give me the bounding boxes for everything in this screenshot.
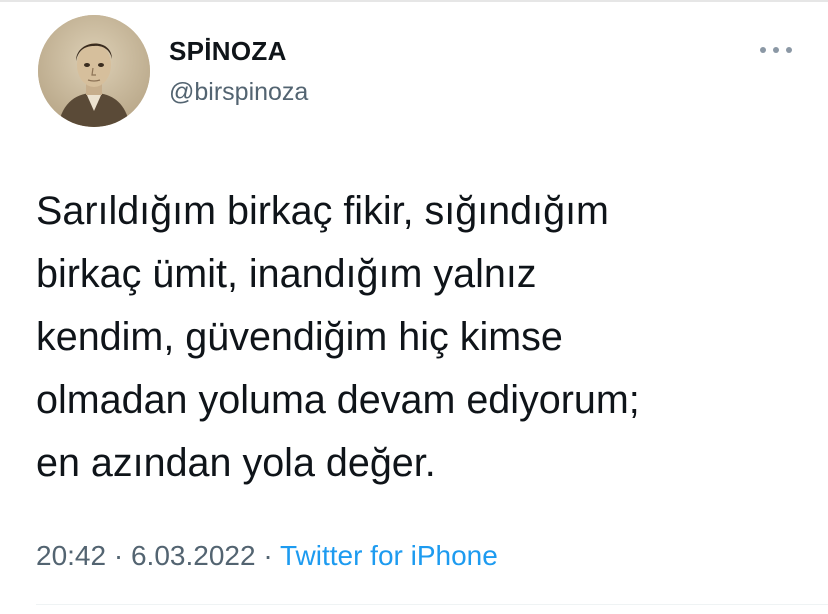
tweet-time[interactable]: 20:42	[36, 540, 106, 571]
avatar[interactable]	[38, 15, 150, 127]
dot	[773, 47, 779, 53]
tweet-line: Sarıldığım birkaç fikir, sığındığım	[36, 189, 609, 233]
tweet-line: kendim, güvendiğim hiç kimse	[36, 315, 563, 359]
tweet-source-link[interactable]: Twitter for iPhone	[280, 540, 498, 571]
meta-separator: ·	[113, 540, 124, 571]
bottom-divider	[36, 604, 828, 605]
tweet-meta: 20:42 · 6.03.2022 · Twitter for iPhone	[36, 540, 498, 572]
more-options-icon[interactable]	[760, 38, 792, 62]
tweet-text: Sarıldığım birkaç fikir, sığındığım birk…	[36, 180, 796, 495]
tweet-date[interactable]: 6.03.2022	[131, 540, 256, 571]
dot	[786, 47, 792, 53]
portrait-icon	[38, 15, 150, 127]
meta-separator: ·	[263, 540, 273, 571]
user-handle[interactable]: @birspinoza	[169, 78, 308, 107]
tweet-line: en azından yola değer.	[36, 441, 436, 485]
tweet-line: olmadan yoluma devam ediyorum;	[36, 378, 640, 422]
display-name[interactable]: SPİNOZA	[169, 36, 287, 67]
tweet-line: birkaç ümit, inandığım yalnız	[36, 252, 537, 296]
dot	[760, 47, 766, 53]
top-divider	[0, 0, 828, 2]
